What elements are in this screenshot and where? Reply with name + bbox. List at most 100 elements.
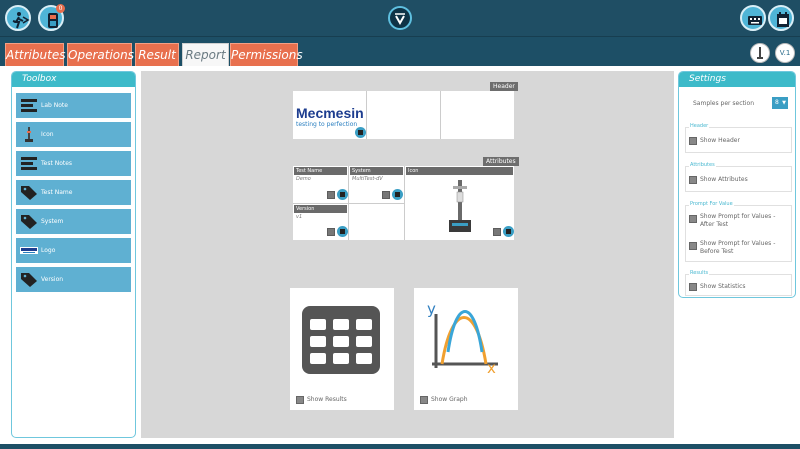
tag-icon [21, 273, 37, 287]
group-title: Prompt For Value [689, 201, 734, 207]
tester-button[interactable] [750, 43, 770, 63]
toolbox-item-test-notes[interactable]: Test Notes [16, 151, 131, 176]
prompt-after-label: Show Prompt for Values - After Test [700, 213, 776, 228]
settings-title: Settings [679, 72, 795, 87]
attr-system-value: MultiTest-dV [352, 176, 383, 182]
brand-v-icon [395, 13, 405, 25]
divider [293, 203, 404, 204]
exit-button[interactable] [5, 5, 31, 31]
settings-panel: Settings Samples per section 8 ▼ Header … [678, 71, 796, 298]
toolbox-item-lab-note[interactable]: Lab Note [16, 93, 131, 118]
tester-machine-icon [449, 180, 471, 232]
graph-card[interactable]: y x Show Graph [414, 288, 518, 410]
tester-icon [25, 127, 33, 142]
attributes-settings-group: Attributes Show Attributes [685, 162, 792, 192]
toolbox-item-label: Version [41, 276, 64, 283]
toolbox-item-label: System [41, 218, 64, 225]
header-logo-tagline: testing to perfection [296, 121, 358, 128]
attr-test-name-header: Test Name [294, 167, 347, 175]
version-badge[interactable]: V.1 [775, 43, 795, 63]
attr-version-value: v1 [296, 214, 303, 220]
results-card[interactable]: Show Results [290, 288, 394, 410]
group-title: Results [689, 270, 710, 276]
calendar-button[interactable] [768, 5, 794, 31]
delete-logo-button[interactable] [355, 127, 366, 138]
toolbox-item-label: Lab Note [41, 102, 68, 109]
prompt-settings-group: Prompt For Value Show Prompt for Values … [685, 201, 792, 262]
tab-report[interactable]: Report [182, 43, 229, 66]
header-logo-text: Mecmesin [296, 105, 364, 121]
lines-icon [21, 157, 37, 170]
results-settings-group: Results Show Statistics [685, 270, 792, 296]
show-header-checkbox[interactable] [689, 137, 697, 145]
show-header-label: Show Header [700, 137, 740, 144]
attr-version-checkbox[interactable] [327, 228, 335, 236]
prompt-before-label: Show Prompt for Values - Before Test [700, 240, 776, 255]
tab-permissions[interactable]: Permissions [230, 43, 303, 66]
delete-version-button[interactable] [337, 226, 348, 237]
tag-icon [21, 215, 37, 229]
attr-icon-checkbox[interactable] [493, 228, 501, 236]
delete-test-name-button[interactable] [337, 189, 348, 200]
toolbox-item-label: Icon [41, 131, 54, 138]
attr-version-header: Version [294, 205, 347, 213]
attr-test-name-checkbox[interactable] [327, 191, 335, 199]
graph-axis-x-label: x [487, 359, 496, 377]
toolbox-title: Toolbox [12, 72, 135, 87]
tab-operations[interactable]: Operations [67, 43, 134, 66]
tag-icon [21, 186, 37, 200]
attr-icon-header: Icon [406, 167, 513, 175]
group-title: Attributes [689, 162, 716, 168]
toolbox-item-version[interactable]: Version [16, 267, 131, 292]
divider [366, 91, 367, 139]
calendar-icon [777, 12, 789, 27]
graph-axis-y-label: y [427, 300, 436, 318]
header-section-label: Header [490, 82, 518, 91]
attr-system-checkbox[interactable] [382, 191, 390, 199]
device-button[interactable]: 0 [38, 4, 65, 31]
tab-result[interactable]: Result [135, 43, 179, 66]
tab-bar: Attributes Operations Result Report Perm… [0, 38, 800, 66]
attributes-section: Test Name Demo System MultiTest-dV Icon … [293, 166, 514, 240]
toolbox-item-logo[interactable]: Logo [16, 238, 131, 263]
toolbox-item-icon[interactable]: Icon [16, 122, 131, 147]
prompt-after-checkbox[interactable] [689, 215, 697, 223]
main-area: Toolbox Lab Note Icon Test Notes Test Na… [0, 66, 800, 444]
samples-dropdown[interactable]: 8 ▼ [772, 97, 788, 109]
table-icon [302, 306, 380, 374]
logo-icon [20, 247, 38, 254]
show-statistics-checkbox[interactable] [689, 283, 697, 291]
device-icon [48, 13, 58, 28]
show-graph-checkbox[interactable] [420, 396, 428, 404]
prompt-before-checkbox[interactable] [689, 242, 697, 250]
divider [404, 166, 405, 240]
chevron-down-icon: ▼ [782, 100, 786, 106]
show-results-label: Show Results [307, 396, 347, 403]
keyboard-icon [748, 16, 762, 25]
samples-value: 8 [775, 99, 779, 106]
show-results-checkbox[interactable] [296, 396, 304, 404]
header-section: Mecmesin testing to perfection [293, 91, 514, 139]
exit-icon [12, 12, 30, 29]
group-title: Header [689, 123, 710, 129]
tester-icon [757, 47, 763, 59]
toolbox-item-test-name[interactable]: Test Name [16, 180, 131, 205]
samples-label: Samples per section [693, 100, 755, 107]
toolbox-item-system[interactable]: System [16, 209, 131, 234]
attr-test-name-value: Demo [296, 176, 311, 182]
delete-icon-button[interactable] [503, 226, 514, 237]
header-settings-group: Header Show Header [685, 123, 792, 153]
notification-badge: 0 [56, 4, 65, 13]
brand-logo[interactable] [388, 6, 412, 30]
tab-attributes[interactable]: Attributes [5, 43, 65, 66]
toolbox-item-label: Test Notes [41, 160, 73, 167]
toolbox-item-label: Test Name [41, 189, 73, 196]
delete-system-button[interactable] [392, 189, 403, 200]
show-graph-label: Show Graph [431, 396, 468, 403]
divider [440, 91, 441, 139]
report-canvas: Header Mecmesin testing to perfection At… [141, 71, 674, 438]
lines-icon [21, 99, 37, 112]
attributes-section-label: Attributes [483, 157, 519, 166]
keyboard-button[interactable] [740, 5, 766, 31]
show-attributes-checkbox[interactable] [689, 176, 697, 184]
